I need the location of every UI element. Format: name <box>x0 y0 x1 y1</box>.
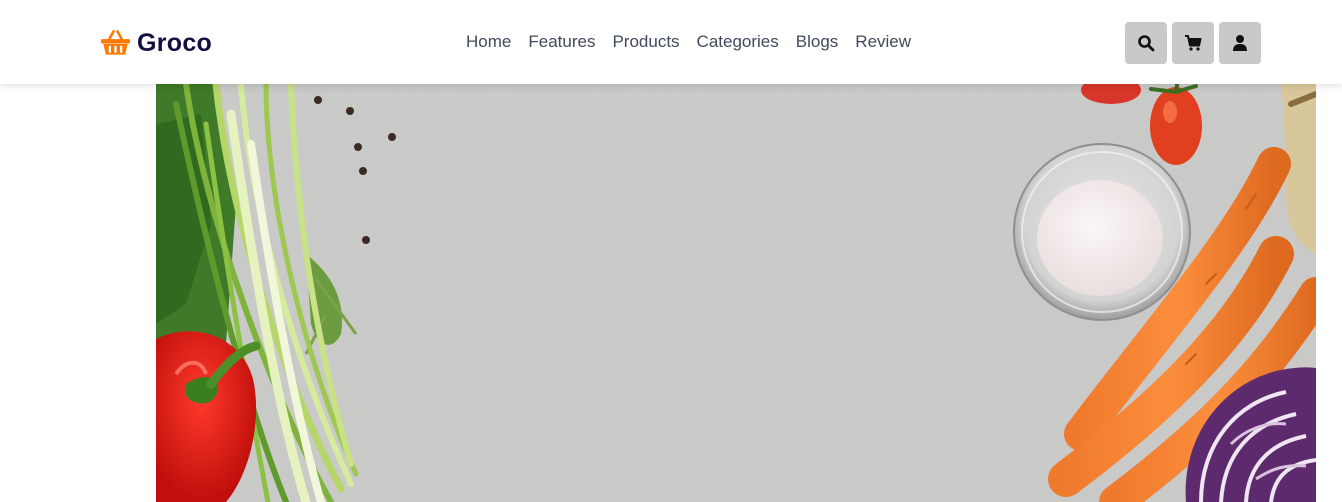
nav-home[interactable]: Home <box>466 31 511 53</box>
nav-categories[interactable]: Categories <box>697 31 779 53</box>
brand-logo[interactable]: Groco <box>100 28 212 58</box>
nav-products[interactable]: Products <box>612 31 679 53</box>
hero-banner <box>156 84 1316 502</box>
user-icon <box>1233 35 1247 51</box>
nav-features[interactable]: Features <box>528 31 595 53</box>
brand-name: Groco <box>137 28 213 57</box>
user-button[interactable] <box>1219 22 1261 64</box>
main-nav: Home Features Products Categories Blogs … <box>466 31 911 53</box>
basket-icon <box>100 30 131 55</box>
salt-bowl-decoration <box>1013 143 1191 321</box>
hero-image <box>156 84 1316 502</box>
cart-icon <box>1185 35 1202 51</box>
cart-button[interactable] <box>1172 22 1214 64</box>
site-header: Groco Home Features Products Categories … <box>0 0 1342 84</box>
nav-blogs[interactable]: Blogs <box>796 31 839 53</box>
red-pepper-decoration <box>156 331 261 502</box>
nav-review[interactable]: Review <box>855 31 911 53</box>
search-button[interactable] <box>1125 22 1167 64</box>
header-icon-group <box>1125 22 1261 64</box>
search-icon <box>1138 35 1155 52</box>
